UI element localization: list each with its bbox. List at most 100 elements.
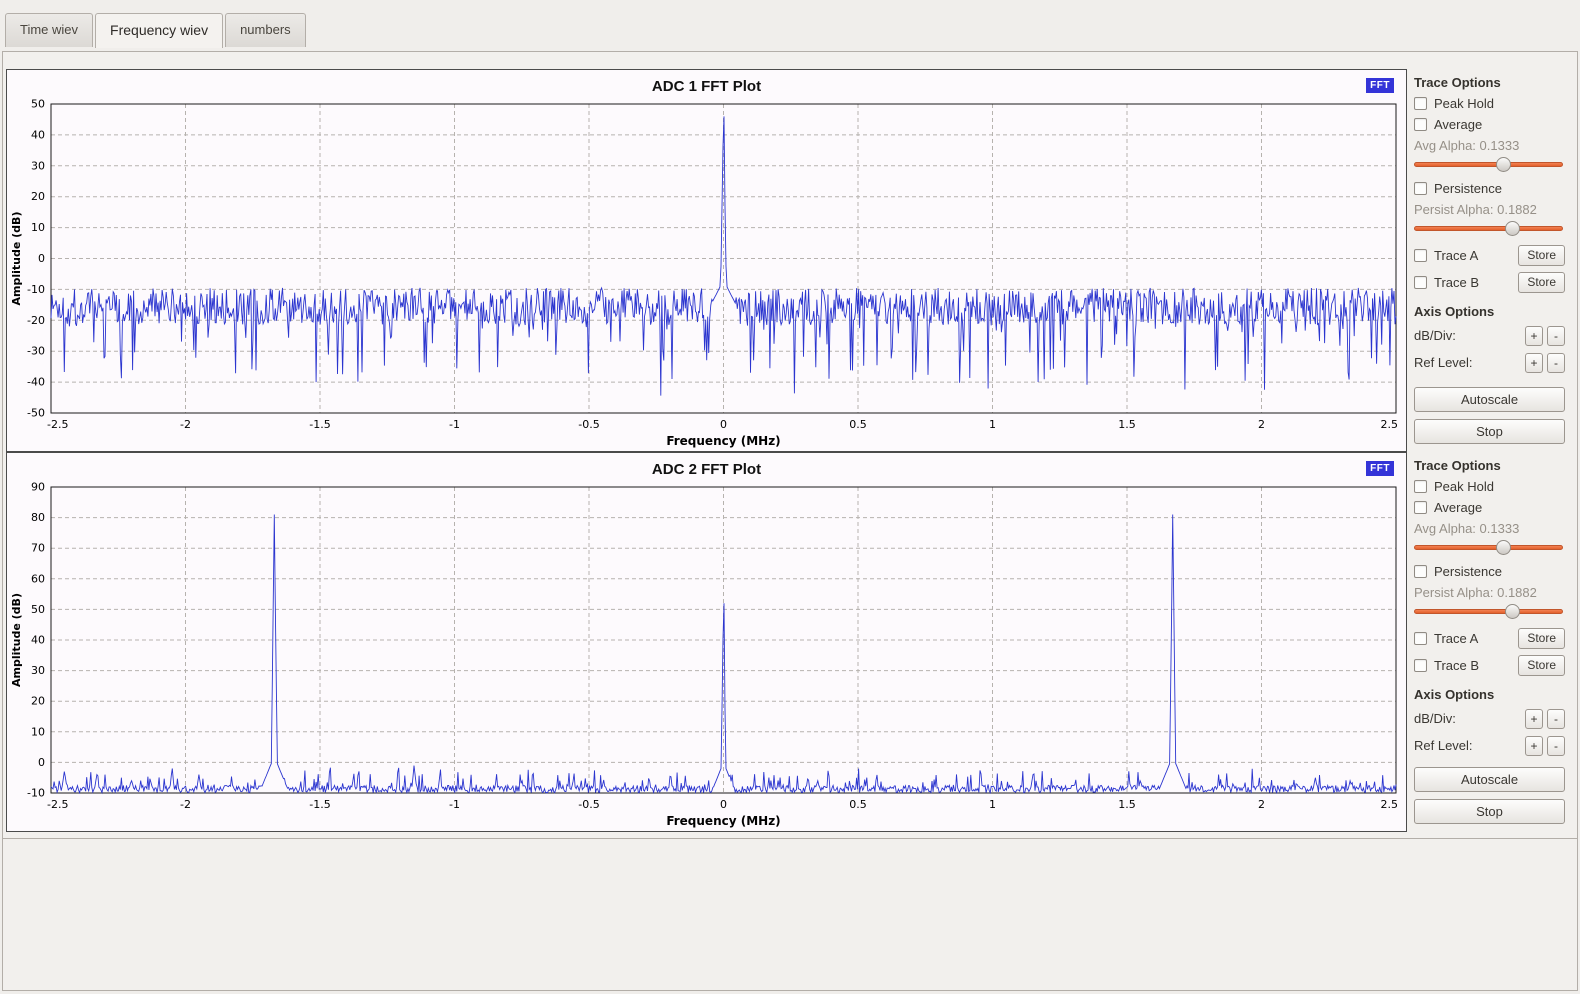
- store-trace-b-button[interactable]: Store: [1518, 272, 1565, 293]
- trace-b-checkbox[interactable]: [1414, 276, 1427, 289]
- autoscale-button[interactable]: Autoscale: [1414, 387, 1565, 412]
- adc1-chart-title: ADC 1 FFT Plot: [7, 70, 1406, 98]
- slider-track[interactable]: [1414, 226, 1563, 231]
- slider-handle[interactable]: [1496, 157, 1511, 172]
- peak-hold-checkbox[interactable]: [1414, 480, 1427, 493]
- svg-text:-2: -2: [180, 798, 191, 811]
- slider-handle[interactable]: [1505, 221, 1520, 236]
- adc2-control-panel: Trace Options Peak Hold Average Avg Alph…: [1407, 452, 1577, 832]
- trace-a-checkbox[interactable]: [1414, 632, 1427, 645]
- axis-options-title: Axis Options: [1414, 304, 1565, 319]
- slider-track[interactable]: [1414, 609, 1563, 614]
- svg-text:70: 70: [31, 542, 45, 555]
- autoscale-button[interactable]: Autoscale: [1414, 767, 1565, 792]
- adc1-fft-chart: 50403020100-10-20-30-40-50-2.5-2-1.5-1-0…: [9, 98, 1404, 449]
- svg-text:0.5: 0.5: [849, 418, 867, 431]
- svg-text:0: 0: [720, 798, 727, 811]
- persist-alpha-slider[interactable]: [1414, 604, 1563, 619]
- svg-text:20: 20: [31, 695, 45, 708]
- persistence-checkbox[interactable]: [1414, 565, 1427, 578]
- avg-alpha-label: Avg Alpha: 0.1333: [1414, 138, 1565, 153]
- tab-frequency-view[interactable]: Frequency wiev: [95, 13, 223, 48]
- svg-text:Frequency (MHz): Frequency (MHz): [666, 814, 780, 828]
- svg-text:-10: -10: [27, 283, 45, 296]
- persistence-row: Persistence: [1414, 561, 1565, 582]
- persistence-label: Persistence: [1434, 564, 1502, 579]
- persistence-label: Persistence: [1434, 181, 1502, 196]
- peak-hold-row: Peak Hold: [1414, 93, 1565, 114]
- db-div-increase-button[interactable]: +: [1525, 709, 1543, 729]
- stop-button[interactable]: Stop: [1414, 419, 1565, 444]
- adc2-fft-chart: 9080706050403020100-10-2.5-2-1.5-1-0.500…: [9, 481, 1404, 829]
- svg-text:2.5: 2.5: [1381, 798, 1399, 811]
- peak-hold-label: Peak Hold: [1434, 96, 1494, 111]
- slider-track[interactable]: [1414, 545, 1563, 550]
- average-row: Average: [1414, 114, 1565, 135]
- trace-b-row: Trace B Store: [1414, 269, 1565, 296]
- db-div-increase-button[interactable]: +: [1525, 326, 1543, 346]
- avg-alpha-label: Avg Alpha: 0.1333: [1414, 521, 1565, 536]
- svg-text:0: 0: [720, 418, 727, 431]
- svg-text:30: 30: [31, 664, 45, 677]
- average-row: Average: [1414, 497, 1565, 518]
- persistence-checkbox[interactable]: [1414, 182, 1427, 195]
- slider-handle[interactable]: [1496, 540, 1511, 555]
- adc1-section: ADC 1 FFT Plot FFT 50403020100-10-20-30-…: [3, 69, 1577, 452]
- svg-text:-40: -40: [27, 376, 45, 389]
- peak-hold-label: Peak Hold: [1434, 479, 1494, 494]
- ref-level-increase-button[interactable]: +: [1525, 353, 1543, 373]
- svg-text:0: 0: [38, 252, 45, 265]
- trace-options-title: Trace Options: [1414, 75, 1565, 90]
- persist-alpha-slider[interactable]: [1414, 221, 1563, 236]
- svg-text:0.5: 0.5: [849, 798, 867, 811]
- ref-level-decrease-button[interactable]: -: [1547, 736, 1565, 756]
- svg-text:40: 40: [31, 634, 45, 647]
- svg-text:10: 10: [31, 221, 45, 234]
- ref-level-decrease-button[interactable]: -: [1547, 353, 1565, 373]
- fft-badge: FFT: [1366, 461, 1394, 476]
- svg-text:-1.5: -1.5: [309, 418, 330, 431]
- svg-text:10: 10: [31, 725, 45, 738]
- store-trace-a-button[interactable]: Store: [1518, 628, 1565, 649]
- slider-handle[interactable]: [1505, 604, 1520, 619]
- average-checkbox[interactable]: [1414, 118, 1427, 131]
- avg-alpha-slider[interactable]: [1414, 157, 1563, 172]
- svg-text:50: 50: [31, 98, 45, 111]
- ref-level-label: Ref Level:: [1414, 355, 1473, 370]
- svg-text:-0.5: -0.5: [578, 798, 599, 811]
- average-checkbox[interactable]: [1414, 501, 1427, 514]
- ref-level-increase-button[interactable]: +: [1525, 736, 1543, 756]
- store-trace-b-button[interactable]: Store: [1518, 655, 1565, 676]
- db-div-row: dB/Div: + -: [1414, 705, 1565, 732]
- svg-text:2.5: 2.5: [1381, 418, 1399, 431]
- avg-alpha-slider[interactable]: [1414, 540, 1563, 555]
- trace-options-title: Trace Options: [1414, 458, 1565, 473]
- svg-text:1.5: 1.5: [1118, 418, 1136, 431]
- svg-text:30: 30: [31, 159, 45, 172]
- svg-text:90: 90: [31, 481, 45, 494]
- peak-hold-checkbox[interactable]: [1414, 97, 1427, 110]
- trace-a-checkbox[interactable]: [1414, 249, 1427, 262]
- tab-numbers[interactable]: numbers: [225, 13, 306, 47]
- main-content: ADC 1 FFT Plot FFT 50403020100-10-20-30-…: [2, 51, 1578, 991]
- db-div-label: dB/Div:: [1414, 328, 1456, 343]
- svg-text:-1: -1: [449, 798, 460, 811]
- adc2-fft-figure: ADC 2 FFT Plot FFT 9080706050403020100-1…: [6, 452, 1407, 832]
- tab-time-view[interactable]: Time wiev: [5, 13, 93, 47]
- db-div-decrease-button[interactable]: -: [1547, 709, 1565, 729]
- trace-a-label: Trace A: [1434, 248, 1478, 263]
- svg-text:Amplitude (dB): Amplitude (dB): [10, 212, 23, 306]
- db-div-decrease-button[interactable]: -: [1547, 326, 1565, 346]
- svg-text:80: 80: [31, 511, 45, 524]
- svg-text:-0.5: -0.5: [578, 418, 599, 431]
- persist-alpha-label: Persist Alpha: 0.1882: [1414, 585, 1565, 600]
- stop-button[interactable]: Stop: [1414, 799, 1565, 824]
- plot-rows: ADC 1 FFT Plot FFT 50403020100-10-20-30-…: [3, 52, 1577, 839]
- svg-text:20: 20: [31, 190, 45, 203]
- adc1-control-panel: Trace Options Peak Hold Average Avg Alph…: [1407, 69, 1577, 452]
- slider-track[interactable]: [1414, 162, 1563, 167]
- trace-b-row: Trace B Store: [1414, 652, 1565, 679]
- store-trace-a-button[interactable]: Store: [1518, 245, 1565, 266]
- db-div-label: dB/Div:: [1414, 711, 1456, 726]
- trace-b-checkbox[interactable]: [1414, 659, 1427, 672]
